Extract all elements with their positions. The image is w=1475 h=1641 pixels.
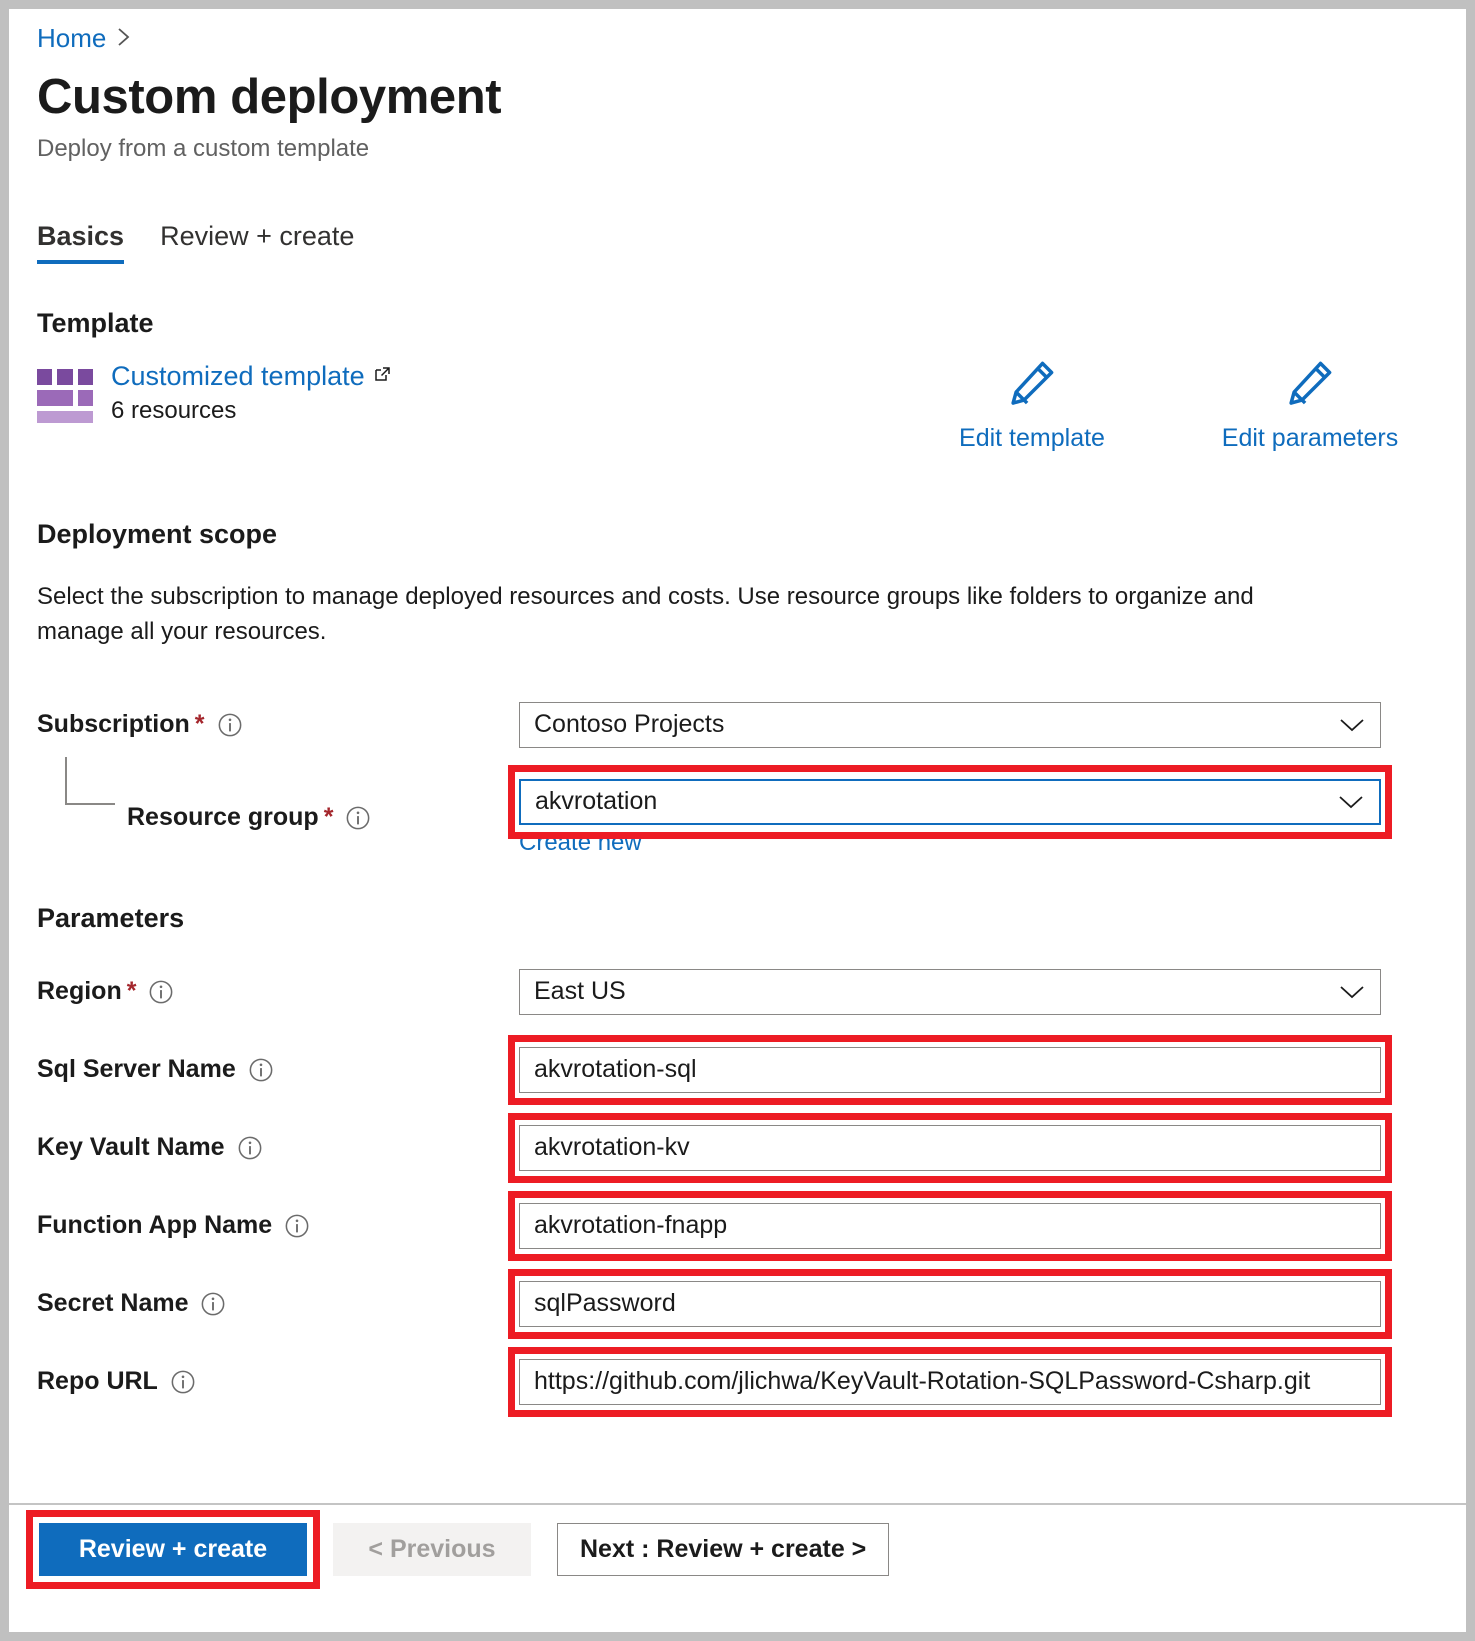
- resource-group-label: Resource group *: [27, 756, 519, 832]
- external-link-icon: [372, 361, 392, 392]
- template-row: Customized template 6 resources Edit tem…: [27, 361, 1448, 452]
- resource-group-label-text: Resource group: [127, 803, 319, 832]
- field-row-repo-url: Repo URL https://github.com/jlichwa/KeyV…: [27, 1346, 1448, 1417]
- secret-name-value: sqlPassword: [534, 1289, 676, 1318]
- create-new-resource-group-link[interactable]: Create new: [519, 829, 642, 857]
- customized-template-link[interactable]: Customized template: [111, 361, 392, 392]
- key-vault-name-control: akvrotation-kv: [508, 1112, 1392, 1183]
- next-review-create-button[interactable]: Next : Review + create >: [557, 1523, 890, 1576]
- chevron-down-icon: [1337, 793, 1365, 811]
- function-app-name-label-text: Function App Name: [37, 1211, 273, 1240]
- repo-url-control: https://github.com/jlichwa/KeyVault-Rota…: [508, 1346, 1392, 1417]
- field-row-key-vault-name: Key Vault Name akvrotation-kv: [27, 1112, 1448, 1183]
- info-icon[interactable]: [148, 979, 174, 1005]
- function-app-name-control: akvrotation-fnapp: [508, 1190, 1392, 1261]
- chevron-down-icon: [1338, 983, 1366, 1001]
- field-row-resource-group: Resource group * akvrotation Create new: [27, 756, 1448, 857]
- chevron-right-icon: [116, 25, 132, 53]
- field-row-subscription: Subscription * Contoso Projects: [27, 701, 1448, 749]
- tree-connector-line: [65, 756, 115, 805]
- footer-divider: [9, 1503, 1466, 1505]
- tab-review-create[interactable]: Review + create: [160, 221, 354, 264]
- key-vault-name-value: akvrotation-kv: [534, 1133, 690, 1162]
- region-label-text: Region: [37, 977, 122, 1006]
- edit-parameters-button[interactable]: Edit parameters: [1210, 355, 1410, 453]
- field-row-sql-server-name: Sql Server Name akvrotation-sql: [27, 1034, 1448, 1105]
- template-grid-icon: [37, 369, 93, 424]
- key-vault-name-label: Key Vault Name: [27, 1133, 519, 1162]
- sql-server-name-control: akvrotation-sql: [508, 1034, 1392, 1105]
- breadcrumb: Home: [27, 9, 1448, 54]
- review-create-button[interactable]: Review + create: [39, 1523, 307, 1576]
- template-resource-count: 6 resources: [111, 397, 237, 425]
- subscription-select[interactable]: Contoso Projects: [519, 701, 1381, 748]
- resource-group-control: akvrotation Create new: [508, 764, 1392, 857]
- repo-url-value: https://github.com/jlichwa/KeyVault-Rota…: [534, 1367, 1311, 1396]
- chevron-down-icon: [1338, 716, 1366, 734]
- page-title: Custom deployment: [37, 70, 502, 124]
- secret-name-input[interactable]: sqlPassword: [519, 1280, 1381, 1327]
- secret-name-label-text: Secret Name: [37, 1289, 189, 1318]
- repo-url-input[interactable]: https://github.com/jlichwa/KeyVault-Rota…: [519, 1358, 1381, 1405]
- previous-button: < Previous: [333, 1523, 531, 1576]
- sql-server-name-input[interactable]: akvrotation-sql: [519, 1046, 1381, 1093]
- region-control: East US: [519, 968, 1381, 1015]
- secret-name-label: Secret Name: [27, 1289, 519, 1318]
- edit-template-label: Edit template: [959, 424, 1105, 453]
- edit-template-button[interactable]: Edit template: [932, 355, 1132, 453]
- secret-name-control: sqlPassword: [508, 1268, 1392, 1339]
- template-section-heading: Template: [37, 308, 154, 339]
- sql-server-name-value: akvrotation-sql: [534, 1055, 697, 1084]
- field-row-region: Region * East US: [27, 968, 1448, 1016]
- customized-template-label: Customized template: [111, 361, 365, 392]
- subscription-label: Subscription *: [27, 710, 519, 739]
- resource-group-select[interactable]: akvrotation: [519, 778, 1381, 825]
- required-indicator: *: [194, 710, 205, 739]
- repo-url-label-text: Repo URL: [37, 1367, 158, 1396]
- tab-list: Basics Review + create: [27, 221, 1448, 265]
- function-app-name-label: Function App Name: [27, 1211, 519, 1240]
- sql-server-name-label-text: Sql Server Name: [37, 1055, 236, 1084]
- template-edit-actions: Edit template Edit parameters: [932, 355, 1410, 453]
- deployment-scope-heading: Deployment scope: [37, 519, 278, 550]
- edit-parameters-label: Edit parameters: [1221, 424, 1399, 453]
- subscription-value: Contoso Projects: [534, 710, 725, 739]
- sql-server-name-label: Sql Server Name: [27, 1055, 519, 1084]
- page-subtitle: Deploy from a custom template: [37, 135, 370, 163]
- subscription-label-text: Subscription: [37, 710, 190, 739]
- function-app-name-value: akvrotation-fnapp: [534, 1211, 728, 1240]
- info-icon[interactable]: [170, 1369, 196, 1395]
- region-value: East US: [534, 977, 626, 1006]
- required-indicator: *: [126, 977, 137, 1006]
- key-vault-name-input[interactable]: akvrotation-kv: [519, 1124, 1381, 1171]
- footer-actions: Review + create < Previous Next : Review…: [9, 1510, 1466, 1589]
- region-select[interactable]: East US: [519, 968, 1381, 1015]
- breadcrumb-home-link[interactable]: Home: [37, 23, 106, 54]
- function-app-name-input[interactable]: akvrotation-fnapp: [519, 1202, 1381, 1249]
- region-label: Region *: [27, 977, 519, 1006]
- subscription-control: Contoso Projects: [519, 701, 1381, 748]
- key-vault-name-label-text: Key Vault Name: [37, 1133, 225, 1162]
- info-icon[interactable]: [345, 805, 371, 831]
- pencil-icon: [1004, 355, 1060, 416]
- parameters-heading: Parameters: [37, 902, 185, 933]
- field-row-secret-name: Secret Name sqlPassword: [27, 1268, 1448, 1339]
- info-icon[interactable]: [248, 1057, 274, 1083]
- repo-url-label: Repo URL: [27, 1367, 519, 1396]
- review-create-button-wrap: Review + create: [26, 1510, 320, 1589]
- resource-group-value: akvrotation: [535, 787, 658, 816]
- info-icon[interactable]: [237, 1135, 263, 1161]
- info-icon[interactable]: [217, 712, 243, 738]
- info-icon[interactable]: [284, 1213, 310, 1239]
- deployment-scope-description: Select the subscription to manage deploy…: [37, 583, 1254, 645]
- pencil-icon: [1282, 355, 1338, 416]
- info-icon[interactable]: [200, 1291, 226, 1317]
- required-indicator: *: [323, 803, 334, 832]
- field-row-function-app-name: Function App Name akvrotation-fnapp: [27, 1190, 1448, 1261]
- azure-portal-blade: Home Custom deployment Deploy from a cus…: [0, 0, 1475, 1641]
- tab-basics[interactable]: Basics: [37, 221, 125, 265]
